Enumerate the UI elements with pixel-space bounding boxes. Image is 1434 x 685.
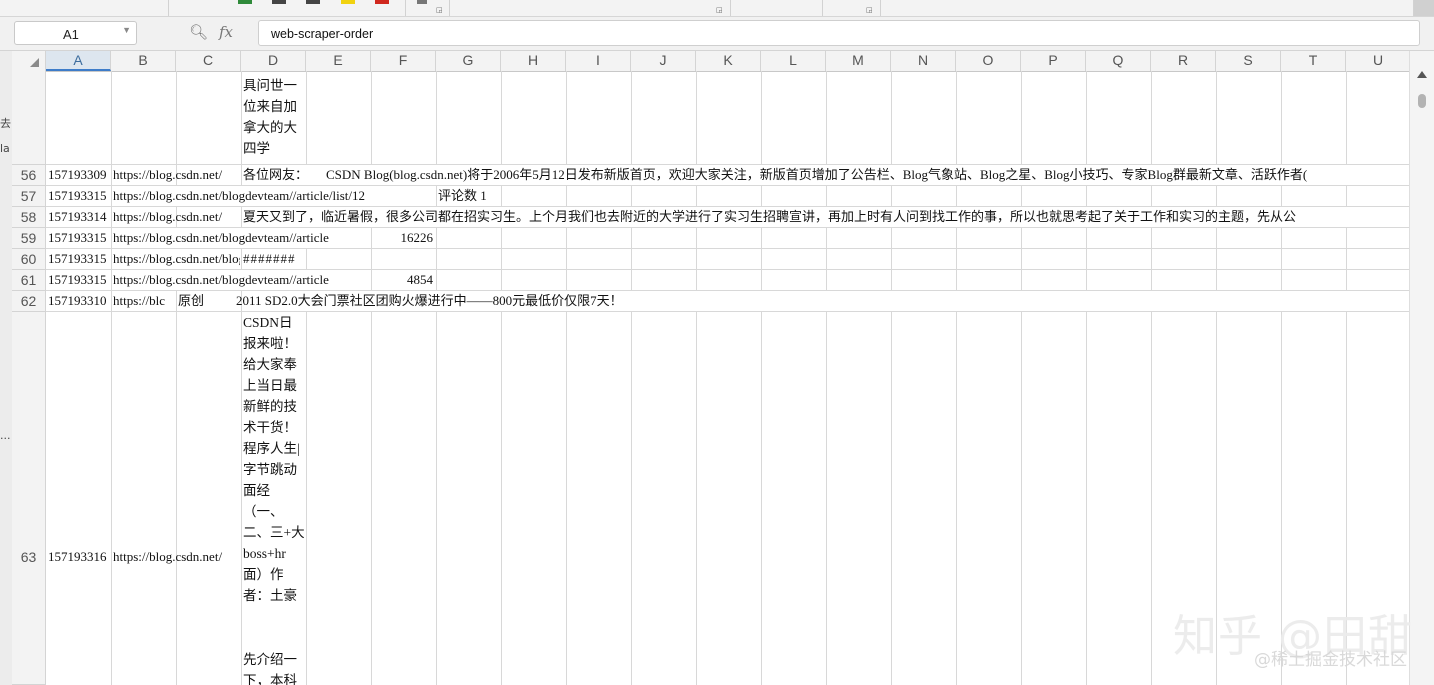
dialog-launcher-icon[interactable]: ◲ bbox=[436, 6, 443, 14]
cell-e56[interactable]: CSDN Blog(blog.csdn.net)将于2006年5月12日发布新版… bbox=[326, 164, 1409, 185]
formula-bar: A1 ▼ 🔍︎ fx web-scraper-order bbox=[0, 17, 1434, 51]
row-header-59[interactable]: 59 bbox=[12, 228, 46, 249]
left-strip-char: ... bbox=[0, 429, 11, 442]
column-header-o[interactable]: O bbox=[956, 51, 1021, 71]
cell-f59[interactable]: 16226 bbox=[373, 227, 434, 248]
left-strip-char: 去 bbox=[0, 117, 11, 130]
cell-f61[interactable]: 4854 bbox=[373, 269, 433, 290]
cell-b61[interactable]: https://blog.csdn.net/blogdevteam//artic… bbox=[113, 269, 370, 290]
row-header-63[interactable]: 63 bbox=[12, 312, 46, 685]
cell-b60[interactable]: https://blog.csdn.net/blogdevte bbox=[113, 248, 240, 269]
cell-a62[interactable]: 157193310 bbox=[48, 290, 110, 311]
column-header-h[interactable]: H bbox=[501, 51, 566, 71]
green-swatch-icon[interactable] bbox=[238, 0, 252, 4]
column-header-n[interactable]: N bbox=[891, 51, 956, 71]
dialog-launcher-icon[interactable]: ◲ bbox=[716, 6, 723, 14]
column-header-l[interactable]: L bbox=[761, 51, 826, 71]
ribbon-divider bbox=[168, 0, 169, 16]
ribbon-divider bbox=[449, 0, 450, 16]
name-box-value: A1 bbox=[63, 27, 79, 42]
column-header-u[interactable]: U bbox=[1346, 51, 1409, 71]
dialog-launcher-icon[interactable]: ◲ bbox=[866, 6, 873, 14]
ribbon-divider bbox=[822, 0, 823, 16]
row-header-56[interactable]: 56 bbox=[12, 165, 46, 186]
row-header-61[interactable]: 61 bbox=[12, 270, 46, 291]
cell-g57[interactable]: 评论数 1 bbox=[438, 185, 500, 206]
row-header-62[interactable]: 62 bbox=[12, 291, 46, 312]
cell-d60[interactable]: ####### bbox=[243, 248, 305, 269]
ribbon-scroll bbox=[1413, 0, 1434, 16]
fx-icon[interactable]: fx bbox=[219, 23, 233, 41]
spreadsheet-grid[interactable]: A B C D E F G H I J K L M N O P Q R S T … bbox=[12, 51, 1409, 685]
left-window-strip: 去 la ... bbox=[0, 51, 12, 685]
ribbon-divider bbox=[880, 0, 881, 16]
scroll-thumb[interactable] bbox=[1418, 94, 1426, 108]
column-header-b[interactable]: B bbox=[111, 51, 176, 71]
format-icon[interactable] bbox=[417, 0, 427, 4]
row-header-60[interactable]: 60 bbox=[12, 249, 46, 270]
border-style-icon[interactable] bbox=[306, 0, 320, 4]
column-header-f[interactable]: F bbox=[371, 51, 436, 71]
column-header-r[interactable]: R bbox=[1151, 51, 1216, 71]
column-header-p[interactable]: P bbox=[1021, 51, 1086, 71]
column-header-s[interactable]: S bbox=[1216, 51, 1281, 71]
ribbon-divider bbox=[730, 0, 731, 16]
row-header-58[interactable]: 58 bbox=[12, 207, 46, 228]
cell-a56[interactable]: 157193309 bbox=[48, 164, 110, 185]
cell-d62[interactable]: 2011 SD2.0大会门票社区团购火爆进行中——800元最低价仅限7天！ bbox=[236, 290, 936, 311]
cell-b63[interactable]: https://blog.csdn.net/ bbox=[113, 546, 240, 567]
cell-b57[interactable]: https://blog.csdn.net/blogdevteam//artic… bbox=[113, 185, 435, 206]
cell-a58[interactable]: 157193314 bbox=[48, 206, 110, 227]
select-all-corner[interactable] bbox=[12, 51, 46, 71]
cell-d58[interactable]: 夏天又到了，临近暑假，很多公司都在招实习生。上个月我们也去附近的大学进行了实习生… bbox=[243, 206, 1409, 227]
column-header-c[interactable]: C bbox=[176, 51, 241, 71]
chevron-down-icon[interactable]: ▼ bbox=[122, 25, 131, 35]
highlight-color-icon[interactable] bbox=[341, 0, 355, 4]
column-header-j[interactable]: J bbox=[631, 51, 696, 71]
font-color-icon[interactable] bbox=[375, 0, 389, 4]
cell-d56[interactable]: 各位网友： bbox=[243, 164, 318, 185]
formula-content: web-scraper-order bbox=[271, 27, 374, 41]
watermark-juejin: @稀土掘金技术社区 bbox=[1254, 650, 1407, 670]
cell-c62[interactable]: 原创 bbox=[178, 290, 240, 311]
row-header-55[interactable] bbox=[12, 71, 46, 165]
zoom-icon[interactable]: 🔍︎ bbox=[189, 23, 208, 41]
row-header-57[interactable]: 57 bbox=[12, 186, 46, 207]
formula-input[interactable]: web-scraper-order bbox=[258, 20, 1420, 46]
cell-a63[interactable]: 157193316 bbox=[48, 546, 110, 567]
cell-b59[interactable]: https://blog.csdn.net/blogdevteam//artic… bbox=[113, 227, 370, 248]
column-header-t[interactable]: T bbox=[1281, 51, 1346, 71]
column-header-k[interactable]: K bbox=[696, 51, 761, 71]
cell-d63[interactable]: CSDN日报来啦！给大家奉上当日最新鲜的技术干货！程序人生|字节跳动面经（一、二… bbox=[243, 312, 305, 607]
cell-a61[interactable]: 157193315 bbox=[48, 269, 110, 290]
column-header-a[interactable]: A bbox=[46, 51, 111, 71]
cell-b56[interactable]: https://blog.csdn.net/ bbox=[113, 164, 240, 185]
column-header-g[interactable]: G bbox=[436, 51, 501, 71]
name-box[interactable]: A1 ▼ bbox=[14, 21, 137, 45]
scroll-up-icon[interactable] bbox=[1417, 71, 1427, 78]
column-header-i[interactable]: I bbox=[566, 51, 631, 71]
cell-d63-continued: 先介绍一下，本科 bbox=[243, 652, 297, 685]
column-header-e[interactable]: E bbox=[306, 51, 371, 71]
column-header-q[interactable]: Q bbox=[1086, 51, 1151, 71]
cell-a59[interactable]: 157193315 bbox=[48, 227, 110, 248]
cell-a57[interactable]: 157193315 bbox=[48, 185, 110, 206]
ribbon-toolbar-remnant: ◲ ◲ ◲ bbox=[0, 0, 1434, 17]
column-header-m[interactable]: M bbox=[826, 51, 891, 71]
vertical-scrollbar[interactable] bbox=[1409, 51, 1434, 685]
ribbon-divider bbox=[405, 0, 406, 16]
cell-b62[interactable]: https://blc bbox=[113, 290, 175, 311]
column-header-d[interactable]: D bbox=[241, 51, 306, 71]
border-icon[interactable] bbox=[272, 0, 286, 4]
column-header-row: A B C D E F G H I J K L M N O P Q R S T … bbox=[12, 51, 1409, 72]
cell-d55[interactable]: 具问世一位来自加拿大的大四学 bbox=[243, 75, 305, 163]
cell-b58[interactable]: https://blog.csdn.net/ bbox=[113, 206, 240, 227]
left-strip-char: la bbox=[0, 142, 10, 155]
cell-a60[interactable]: 157193315 bbox=[48, 248, 110, 269]
